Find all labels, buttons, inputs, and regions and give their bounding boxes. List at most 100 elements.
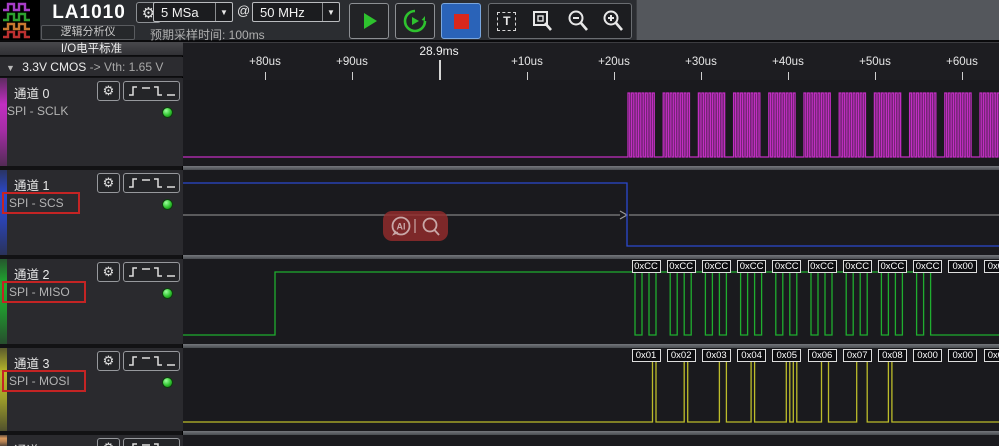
channel-4-waveform-row[interactable] [183, 435, 999, 446]
trigger-buttons[interactable] [123, 262, 180, 282]
trigger-buttons[interactable] [123, 81, 180, 101]
signal-label: SPI - SCS [2, 192, 80, 214]
dropdown-arrow-icon: ▼ [215, 3, 232, 21]
channel-active-led [162, 288, 173, 299]
text-tool-icon: T [497, 11, 517, 31]
row-divider [183, 255, 999, 259]
zoom-out-icon [568, 10, 588, 31]
sclk-waveform-row[interactable] [183, 80, 999, 166]
byte-label: 0x05 [772, 349, 802, 362]
waveform-area[interactable]: +80us +90us +10us +20us +30us +40us +50u… [183, 42, 999, 446]
channel-4-block[interactable]: 通道 4 ⚙ [0, 435, 183, 446]
device-name: LA1010 [52, 2, 126, 23]
zoom-out-button[interactable] [563, 7, 593, 35]
ai-magnifier-icon: AI [391, 216, 440, 236]
byte-label: 0x00 [983, 349, 999, 362]
zoom-in-icon [603, 10, 624, 31]
zoom-selection-button[interactable] [527, 7, 557, 35]
sample-rate-value: 5 MSa [161, 4, 199, 20]
byte-label: 0x01 [631, 349, 661, 362]
start-capture-button[interactable] [349, 3, 389, 39]
ruler-tick-label: +90us [336, 56, 368, 68]
ai-search-watermark: AI [383, 211, 448, 241]
trigger-buttons[interactable] [123, 438, 180, 446]
dropdown-arrow-icon: ▼ [322, 3, 339, 21]
trigger-buttons[interactable] [123, 173, 180, 193]
text-annotation-button[interactable]: T [492, 7, 522, 35]
row-divider [183, 344, 999, 348]
stop-capture-button[interactable] [441, 3, 481, 39]
ruler-tick [875, 72, 876, 80]
byte-label: 0xCC [807, 260, 837, 273]
channel-active-led [162, 199, 173, 210]
byte-label: 0xCC [666, 260, 696, 273]
channel-4-color-stripe [0, 435, 7, 446]
channel-settings-gear-button[interactable]: ⚙ [97, 173, 120, 193]
byte-label: 0x02 [666, 349, 696, 362]
ruler-tick-label: +40us [772, 56, 804, 68]
scs-waveform-row[interactable] [183, 170, 999, 255]
loop-play-icon [403, 9, 427, 33]
toolbar: LA1010 逻辑分析仪 ⚙ 5 MSa ▼ @ 50 MHz ▼ 预期采样时间… [0, 0, 999, 42]
channel-settings-gear-button[interactable]: ⚙ [97, 81, 120, 101]
ruler-tick-label: +50us [859, 56, 891, 68]
channel-0-color-stripe [0, 78, 7, 166]
sample-rate-dropdown[interactable]: 5 MSa ▼ [153, 2, 233, 22]
byte-label: 0xCC [842, 260, 872, 273]
channel-3-block[interactable]: 通道 3 ⚙ SPI - MOSI [0, 348, 183, 431]
channel-settings-gear-button[interactable]: ⚙ [97, 262, 120, 282]
ruler-tick [614, 72, 615, 80]
ruler-tick [265, 72, 266, 80]
trigger-buttons[interactable] [123, 351, 180, 371]
byte-label: 0x00 [983, 260, 999, 273]
play-icon [364, 13, 377, 29]
byte-label: 0x04 [737, 349, 767, 362]
byte-label: 0x00 [948, 260, 978, 273]
channel-0-block[interactable]: 通道 0 ⚙ SPI - SCLK [0, 78, 183, 166]
ruler-tick-label: +20us [598, 56, 630, 68]
voltage-value: 3.3V CMOS [22, 60, 87, 74]
byte-label: 0xCC [877, 260, 907, 273]
ruler-tick-label: +30us [685, 56, 717, 68]
signal-label: SPI - MOSI [2, 370, 86, 392]
ruler-tick [962, 72, 963, 80]
miso-waveform-row[interactable]: 0xCC 0xCC 0xCC 0xCC 0xCC 0xCC 0xCC 0xCC 0xCC 0x00… [183, 259, 999, 344]
ruler-tick [788, 72, 789, 80]
channel-1-block[interactable]: 通道 1 ⚙ SPI - SCS [0, 170, 183, 255]
svg-text:AI: AI [396, 222, 405, 232]
channel-settings-gear-button[interactable]: ⚙ [97, 438, 120, 446]
channel-active-led [162, 377, 173, 388]
byte-label: 0xCC [701, 260, 731, 273]
signal-label: SPI - SCLK [7, 104, 69, 118]
repeat-capture-button[interactable] [395, 3, 435, 39]
voltage-standard-row[interactable]: ▼ 3.3V CMOS -> Vth: 1.65 V [0, 57, 183, 77]
channel-settings-gear-button[interactable]: ⚙ [97, 351, 120, 371]
io-standard-header: I/O电平标准 [0, 42, 183, 56]
byte-label: 0xCC [631, 260, 661, 273]
byte-label: 0x03 [701, 349, 731, 362]
channel-2-block[interactable]: 通道 2 ⚙ SPI - MISO [0, 259, 183, 344]
channel-active-led [162, 107, 173, 118]
byte-label: 0x07 [842, 349, 872, 362]
logic-analyzer-app: LA1010 逻辑分析仪 ⚙ 5 MSa ▼ @ 50 MHz ▼ 预期采样时间… [0, 0, 999, 446]
ruler-tick [701, 72, 702, 80]
signal-label: SPI - MISO [2, 281, 86, 303]
clock-freq-dropdown[interactable]: 50 MHz ▼ [252, 2, 340, 22]
ruler-tick-label: +60us [946, 56, 978, 68]
byte-label: 0x06 [807, 349, 837, 362]
channel-sidebar: I/O电平标准 ▼ 3.3V CMOS -> Vth: 1.65 V 通道 0 … [0, 42, 183, 446]
expected-sample-time: 预期采样时间: 100ms [150, 28, 265, 42]
time-ruler[interactable]: +80us +90us +10us +20us +30us +40us +50u… [183, 42, 999, 80]
channel-name: 通道 4 [14, 440, 49, 446]
app-logo-icon [0, 0, 40, 40]
byte-label: 0xCC [913, 260, 943, 273]
byte-label: 0xCC [737, 260, 767, 273]
view-tool-group: T [488, 3, 632, 39]
at-sign: @ [237, 3, 251, 18]
mosi-waveform-row[interactable]: 0x01 0x02 0x03 0x04 0x05 0x06 0x07 0x08 0x00 0x00… [183, 348, 999, 431]
collapse-triangle-icon: ▼ [6, 63, 15, 73]
ruler-major-label: 28.9ms [419, 44, 459, 58]
ruler-tick [527, 72, 528, 80]
zoom-in-button[interactable] [598, 7, 628, 35]
byte-label: 0x00 [948, 349, 978, 362]
